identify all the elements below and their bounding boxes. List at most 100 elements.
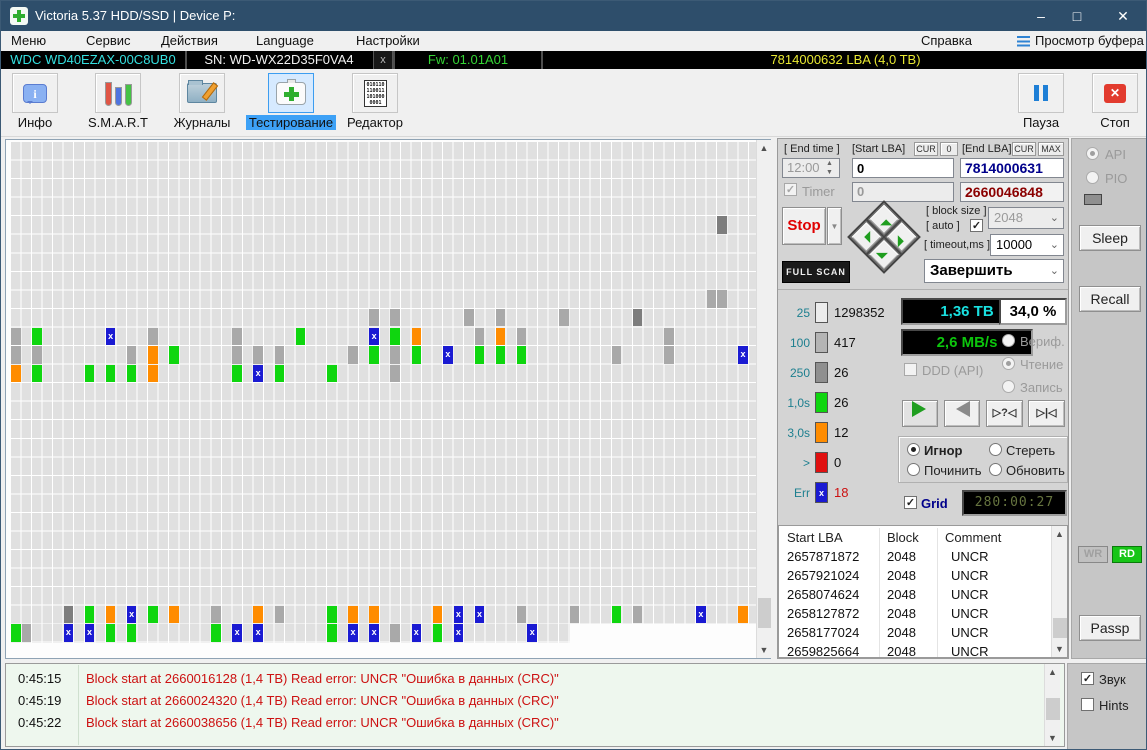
scan-block-cell xyxy=(664,346,674,364)
end-lba-input[interactable] xyxy=(960,158,1064,178)
stop-scan-button[interactable]: Stop xyxy=(782,207,826,245)
col-header-start-lba[interactable]: Start LBA xyxy=(787,530,843,545)
ignore-radio[interactable] xyxy=(907,443,920,456)
table-row[interactable]: 2659825664 2048 UNCR xyxy=(779,643,1035,662)
logs-icon xyxy=(187,80,217,103)
toolbar-button-logs[interactable]: Журналы xyxy=(165,73,239,132)
table-row[interactable]: 2658074624 2048 UNCR xyxy=(779,586,1035,605)
toolbar-button-label: Редактор xyxy=(347,115,403,130)
play-backward-button[interactable] xyxy=(944,400,980,427)
pause-toolbar-button[interactable]: Пауза xyxy=(1013,73,1069,132)
read-radio[interactable] xyxy=(1002,357,1015,370)
legend-count: 26 xyxy=(834,365,849,380)
scan-map-grid-partial-row xyxy=(11,624,570,643)
seek-home-button[interactable]: ▷|◁ xyxy=(1028,400,1065,427)
log-scroll-up-icon[interactable]: ▲ xyxy=(1045,664,1060,680)
maximize-button[interactable]: □ xyxy=(1055,1,1099,31)
spinner-arrows-icon[interactable]: ▲ ▼ xyxy=(826,159,833,177)
remap-radio[interactable] xyxy=(907,463,920,476)
timer-checkbox[interactable]: ✓ xyxy=(784,183,797,196)
log-scrollbar[interactable]: ▲ ▼ xyxy=(1044,664,1060,746)
refresh-radio[interactable] xyxy=(989,463,1002,476)
table-scrollbar-thumb[interactable] xyxy=(1053,618,1067,638)
elapsed-timer-display: 280:00:27 xyxy=(962,490,1067,516)
scan-block-cell xyxy=(369,605,379,624)
end-lba-cur-button[interactable]: CUR xyxy=(1012,142,1036,156)
smart-icon xyxy=(104,80,132,106)
verify-radio[interactable] xyxy=(1002,334,1015,347)
legend-color-swatch xyxy=(815,452,828,473)
logs-icon-box xyxy=(179,73,225,113)
menu-item-2[interactable]: Сервис xyxy=(86,33,131,48)
seek-test-button[interactable]: ▷?◁ xyxy=(986,400,1023,427)
scan-block-cell xyxy=(295,327,306,345)
timer-label: Timer xyxy=(802,184,835,199)
log-scroll-down-icon[interactable]: ▼ xyxy=(1045,730,1060,746)
col-header-comment[interactable]: Comment xyxy=(945,530,1001,545)
hints-checkbox[interactable] xyxy=(1081,698,1094,711)
block-size-select[interactable]: 2048 ⌄ xyxy=(988,207,1064,229)
sleep-button[interactable]: Sleep xyxy=(1079,225,1141,251)
toolbar-button-info[interactable]: i Инфо xyxy=(9,73,61,132)
close-button[interactable]: ✕ xyxy=(1101,1,1145,31)
end-time-label: [ End time ] xyxy=(784,143,840,155)
auto-checkbox[interactable]: ✓ xyxy=(970,219,983,232)
scan-block-cell xyxy=(148,605,158,624)
scan-block-cell xyxy=(148,346,158,364)
grid-scrollbar-thumb[interactable] xyxy=(758,598,771,628)
timeout-select[interactable]: 10000 ⌄ xyxy=(990,234,1064,256)
write-radio[interactable] xyxy=(1002,380,1015,393)
table-scrollbar[interactable]: ▲ ▼ xyxy=(1051,526,1067,657)
ddd-checkbox[interactable] xyxy=(904,363,917,376)
device-model[interactable]: WDC WD40EZAX-00C8UB0 xyxy=(1,51,185,69)
table-row[interactable]: 2657921024 2048 UNCR xyxy=(779,567,1035,586)
play-forward-button[interactable] xyxy=(902,400,938,427)
sound-checkbox[interactable]: ✓ xyxy=(1081,672,1094,685)
toolbar-button-test[interactable]: Тестирование xyxy=(245,73,337,132)
menu-item-help[interactable]: Справка xyxy=(921,33,972,48)
grid-scroll-down-icon[interactable]: ▼ xyxy=(757,642,771,658)
scan-block-cell xyxy=(253,346,263,364)
table-row[interactable]: 2657871872 2048 UNCR xyxy=(779,548,1035,567)
erase-radio[interactable] xyxy=(989,443,1002,456)
device-tab-close-button[interactable]: x xyxy=(373,51,393,69)
full-scan-button[interactable]: FULL SCAN xyxy=(782,261,850,283)
grid-scrollbar[interactable]: ▲ ▼ xyxy=(756,140,771,658)
grid-scroll-up-icon[interactable]: ▲ xyxy=(757,140,771,156)
table-scroll-up-icon[interactable]: ▲ xyxy=(1052,526,1067,542)
table-row[interactable]: 2658177024 2048 UNCR xyxy=(779,624,1035,643)
legend-count: 12 xyxy=(834,425,849,440)
pio-radio[interactable] xyxy=(1086,171,1099,184)
menu-item-1[interactable]: Меню xyxy=(11,33,46,48)
menu-item-5[interactable]: Настройки xyxy=(356,33,420,48)
start-lba-zero-button[interactable]: 0 xyxy=(940,142,958,156)
table-row[interactable]: 2658127872 2048 UNCR xyxy=(779,605,1035,624)
refresh-label: Обновить xyxy=(1006,463,1065,478)
menu-item-4[interactable]: Language xyxy=(256,33,314,48)
start-lba-input[interactable] xyxy=(852,158,954,178)
table-cell: 2658177024 xyxy=(787,625,860,640)
api-radio[interactable] xyxy=(1086,147,1099,160)
toolbar-button-smart[interactable]: S.M.A.R.T xyxy=(77,73,159,132)
scan-block-cell xyxy=(717,290,727,308)
buffer-view-button[interactable]: Просмотр буфера xyxy=(1035,33,1144,48)
verify-label: Вериф. xyxy=(1020,334,1065,349)
stop-dropdown-button[interactable]: ▼ xyxy=(827,207,842,245)
legend-label: 250 xyxy=(789,366,810,380)
passport-button[interactable]: Passp xyxy=(1079,615,1141,641)
device-firmware: Fw: 01.01A01 xyxy=(393,51,541,69)
end-lba-max-button[interactable]: MAX xyxy=(1038,142,1064,156)
start-lba-cur-button[interactable]: CUR xyxy=(914,142,938,156)
menu-item-3[interactable]: Действия xyxy=(161,33,218,48)
grid-checkbox[interactable]: ✓ xyxy=(904,496,917,509)
recall-button[interactable]: Recall xyxy=(1079,286,1141,312)
table-scroll-down-icon[interactable]: ▼ xyxy=(1052,641,1067,657)
toolbar-button-editor[interactable]: 010110 110011 101000 0001 Редактор xyxy=(339,73,411,132)
percent-display: 34,0 % xyxy=(999,298,1067,325)
nav-left-icon xyxy=(858,231,871,243)
col-header-block[interactable]: Block xyxy=(887,530,919,545)
stop-toolbar-button[interactable]: ✕ Стоп xyxy=(1087,73,1143,132)
finish-action-select[interactable]: Завершить ⌄ xyxy=(924,259,1064,283)
chevron-down-icon: ⌄ xyxy=(1049,239,1059,251)
log-scrollbar-thumb[interactable] xyxy=(1046,698,1060,720)
